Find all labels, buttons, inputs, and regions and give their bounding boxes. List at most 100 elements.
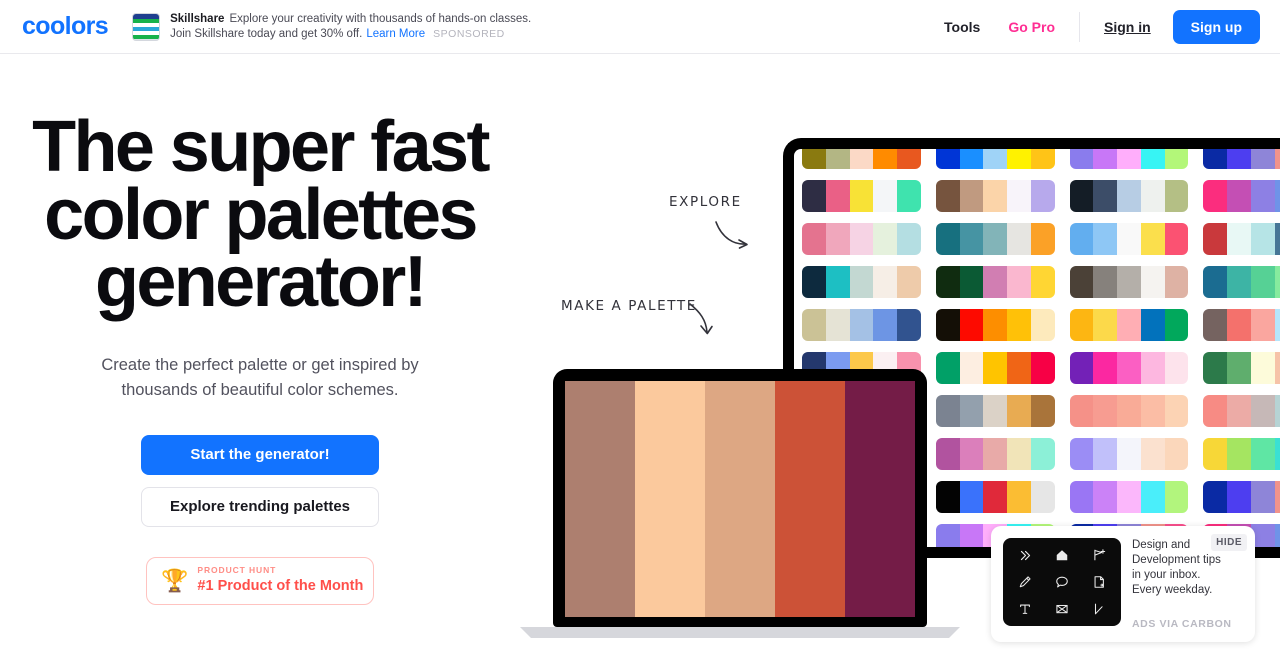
palette-swatch — [1164, 223, 1189, 255]
nav-item-go-pro[interactable]: Go Pro — [1008, 19, 1055, 35]
palette-swatch — [1007, 352, 1031, 384]
palette-card[interactable] — [1069, 438, 1189, 470]
palette-card[interactable] — [1069, 149, 1189, 169]
palette-swatch — [959, 524, 984, 547]
palette-card[interactable] — [1203, 309, 1280, 341]
carbon-ad-image[interactable] — [1003, 538, 1121, 626]
laptop-palette-swatch — [565, 381, 635, 617]
learn-more-link[interactable]: Learn More — [366, 28, 425, 40]
palette-card[interactable] — [935, 352, 1055, 384]
skillshare-promo-banner[interactable]: Skillshare Explore your creativity with t… — [132, 12, 531, 42]
explore-arrow-icon — [715, 221, 748, 249]
palette-swatch — [1093, 309, 1117, 341]
palette-swatch — [983, 481, 1007, 513]
palette-swatch — [849, 309, 874, 341]
palette-card[interactable] — [935, 395, 1055, 427]
palette-swatch — [825, 180, 850, 212]
palette-swatch — [1093, 395, 1117, 427]
sign-in-link[interactable]: Sign in — [1104, 19, 1151, 35]
carbon-ad-credit[interactable]: ADS VIA CARBON — [1132, 618, 1232, 630]
palette-card[interactable] — [802, 149, 921, 169]
hero-cta-group: Start the generator! Explore trending pa… — [0, 434, 520, 527]
carbon-ad-widget[interactable]: Design and Development tips in your inbo… — [991, 526, 1255, 642]
hide-ad-button[interactable]: HIDE — [1211, 534, 1247, 551]
palette-card[interactable] — [1069, 266, 1189, 298]
palette-card[interactable] — [935, 180, 1055, 212]
trophy-icon: 🏆 — [161, 567, 189, 593]
palette-card[interactable] — [802, 223, 921, 255]
palette-card[interactable] — [1069, 309, 1189, 341]
palette-card[interactable] — [1069, 223, 1189, 255]
start-generator-button[interactable]: Start the generator! — [141, 434, 379, 475]
palette-card[interactable] — [1069, 352, 1189, 384]
palette-card[interactable] — [1203, 352, 1280, 384]
skillshare-promo-text: Skillshare Explore your creativity with t… — [170, 12, 531, 42]
palette-swatch — [897, 223, 921, 255]
palette-swatch — [935, 395, 960, 427]
palette-swatch — [1227, 223, 1251, 255]
palette-card[interactable] — [1203, 223, 1280, 255]
palette-swatch — [1030, 180, 1055, 212]
laptop-screen — [553, 369, 927, 627]
palette-card[interactable] — [802, 180, 921, 212]
palette-swatch — [983, 438, 1007, 470]
palette-swatch — [825, 266, 850, 298]
palette-swatch — [983, 309, 1007, 341]
text-icon — [1018, 602, 1032, 616]
palette-swatch — [1140, 180, 1165, 212]
palette-swatch — [1274, 352, 1280, 384]
palette-swatch — [1164, 481, 1189, 513]
palette-card[interactable] — [1069, 395, 1189, 427]
palette-card[interactable] — [935, 438, 1055, 470]
palette-swatch — [1007, 309, 1031, 341]
palette-swatch — [1250, 438, 1275, 470]
palette-swatch — [802, 309, 826, 341]
palette-swatch — [1227, 180, 1251, 212]
palette-card[interactable] — [1203, 438, 1280, 470]
coolors-logo[interactable]: coolors — [22, 12, 109, 41]
palette-card[interactable] — [935, 481, 1055, 513]
palette-card[interactable] — [1203, 149, 1280, 169]
palette-swatch — [983, 266, 1007, 298]
palette-card[interactable] — [1069, 481, 1189, 513]
product-hunt-badge[interactable]: 🏆 PRODUCT HUNT #1 Product of the Month — [146, 556, 374, 605]
palette-card[interactable] — [935, 149, 1055, 169]
palette-swatch — [849, 223, 874, 255]
palette-card[interactable] — [802, 309, 921, 341]
palette-swatch — [1203, 395, 1227, 427]
palette-card[interactable] — [1069, 180, 1189, 212]
palette-swatch — [1164, 438, 1189, 470]
palette-card[interactable] — [935, 266, 1055, 298]
palette-card[interactable] — [1203, 180, 1280, 212]
palette-swatch — [959, 438, 984, 470]
palette-swatch — [1117, 352, 1141, 384]
palette-swatch — [1069, 438, 1094, 470]
palette-card[interactable] — [802, 266, 921, 298]
palette-swatch — [1250, 309, 1275, 341]
primary-navigation: Tools Go Pro Sign in Sign up — [944, 9, 1280, 44]
palette-card[interactable] — [935, 223, 1055, 255]
palette-swatch — [959, 149, 984, 169]
palette-card[interactable] — [935, 309, 1055, 341]
palette-swatch — [1069, 309, 1094, 341]
palette-swatch — [935, 309, 960, 341]
make-palette-arrow-icon — [689, 303, 713, 335]
laptop-palette-preview — [565, 381, 915, 617]
sign-up-button[interactable]: Sign up — [1172, 9, 1260, 44]
nav-item-tools[interactable]: Tools — [944, 19, 980, 35]
carbon-ad-line-3: in your inbox. — [1132, 569, 1201, 581]
palette-swatch — [1117, 438, 1141, 470]
palette-swatch — [1227, 309, 1251, 341]
palette-swatch — [1274, 309, 1280, 341]
laptop-palette-swatch — [635, 381, 705, 617]
palette-swatch — [1030, 266, 1055, 298]
palette-swatch — [1227, 481, 1251, 513]
palette-swatch — [959, 395, 984, 427]
flag-plus-icon — [1092, 548, 1106, 562]
palette-swatch — [1164, 309, 1189, 341]
palette-card[interactable] — [1203, 395, 1280, 427]
palette-card[interactable] — [1203, 266, 1280, 298]
palette-card[interactable] — [1203, 481, 1280, 513]
palette-swatch — [825, 223, 850, 255]
explore-trending-palettes-button[interactable]: Explore trending palettes — [141, 486, 379, 527]
